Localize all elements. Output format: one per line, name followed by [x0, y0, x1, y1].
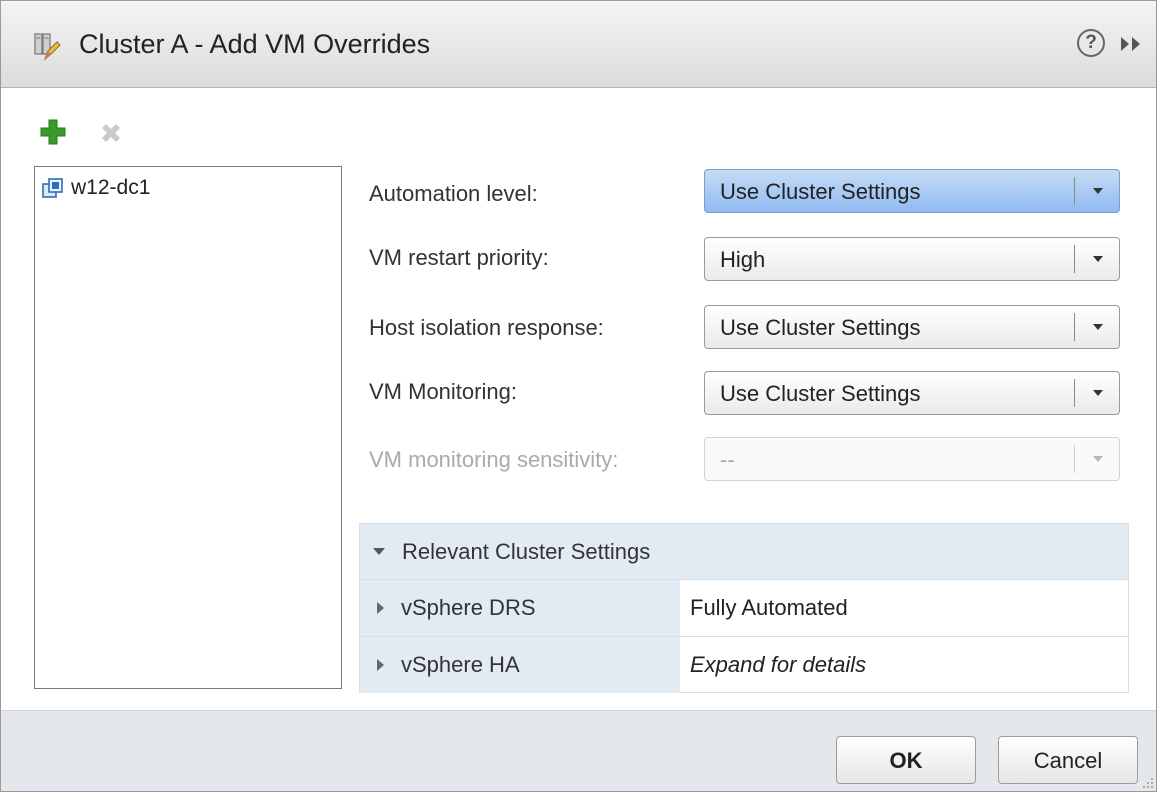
vm-monitoring-sensitivity-select: --: [704, 437, 1120, 481]
cluster-edit-icon: [34, 33, 61, 61]
relevant-cluster-settings-panel: Relevant Cluster Settings vSphere DRS Fu…: [359, 523, 1129, 693]
setting-name: vSphere DRS: [401, 595, 536, 620]
host-isolation-response-value: Use Cluster Settings: [720, 315, 921, 340]
chevron-down-icon: [1093, 456, 1103, 462]
double-chevron-right-icon[interactable]: [1118, 34, 1144, 54]
host-isolation-response-label: Host isolation response:: [369, 315, 604, 340]
list-item-vm[interactable]: w12-dc1: [41, 173, 150, 203]
vm-monitoring-sensitivity-value: --: [720, 447, 735, 472]
vm-monitoring-select[interactable]: Use Cluster Settings: [704, 371, 1120, 415]
remove-icon[interactable]: [97, 119, 125, 147]
relevant-cluster-settings-title: Relevant Cluster Settings: [402, 539, 651, 564]
setting-name: vSphere HA: [401, 652, 520, 677]
vm-name: w12-dc1: [71, 176, 151, 199]
help-icon[interactable]: ?: [1077, 29, 1105, 57]
vm-icon: [42, 178, 63, 198]
add-vm-overrides-dialog: Cluster A - Add VM Overrides ? w12-dc1 A…: [0, 0, 1157, 792]
relevant-cluster-settings-toggle[interactable]: Relevant Cluster Settings: [360, 524, 1128, 579]
add-icon[interactable]: [39, 118, 67, 146]
triangle-right-icon: [377, 659, 384, 671]
automation-level-value: Use Cluster Settings: [720, 179, 921, 204]
dialog-footer: OK Cancel: [1, 710, 1156, 791]
chevron-down-icon: [1093, 390, 1103, 396]
vm-list: w12-dc1: [34, 166, 342, 689]
setting-value: Fully Automated: [690, 595, 848, 620]
resize-grip-icon[interactable]: [1140, 775, 1154, 789]
automation-level-select[interactable]: Use Cluster Settings: [704, 169, 1120, 213]
chevron-down-icon: [1093, 324, 1103, 330]
vm-restart-priority-value: High: [720, 247, 766, 272]
triangle-right-icon: [377, 602, 384, 614]
vm-monitoring-sensitivity-label: VM monitoring sensitivity:: [369, 447, 619, 472]
vm-monitoring-value: Use Cluster Settings: [720, 381, 921, 406]
ok-button[interactable]: OK: [836, 736, 976, 784]
chevron-down-icon: [1093, 188, 1103, 194]
vm-restart-priority-select[interactable]: High: [704, 237, 1120, 281]
triangle-down-icon: [373, 548, 385, 555]
setting-value: Expand for details: [690, 652, 867, 677]
dialog-title: Cluster A - Add VM Overrides: [79, 29, 431, 59]
automation-level-label: Automation level:: [369, 181, 538, 206]
settings-row-vsphere-ha[interactable]: vSphere HA Expand for details: [360, 636, 1128, 693]
vm-monitoring-label: VM Monitoring:: [369, 379, 517, 404]
host-isolation-response-select[interactable]: Use Cluster Settings: [704, 305, 1120, 349]
settings-row-vsphere-drs[interactable]: vSphere DRS Fully Automated: [360, 579, 1128, 636]
vm-restart-priority-label: VM restart priority:: [369, 245, 549, 270]
cancel-button[interactable]: Cancel: [998, 736, 1138, 784]
chevron-down-icon: [1093, 256, 1103, 262]
dialog-titlebar: Cluster A - Add VM Overrides ?: [1, 1, 1156, 88]
